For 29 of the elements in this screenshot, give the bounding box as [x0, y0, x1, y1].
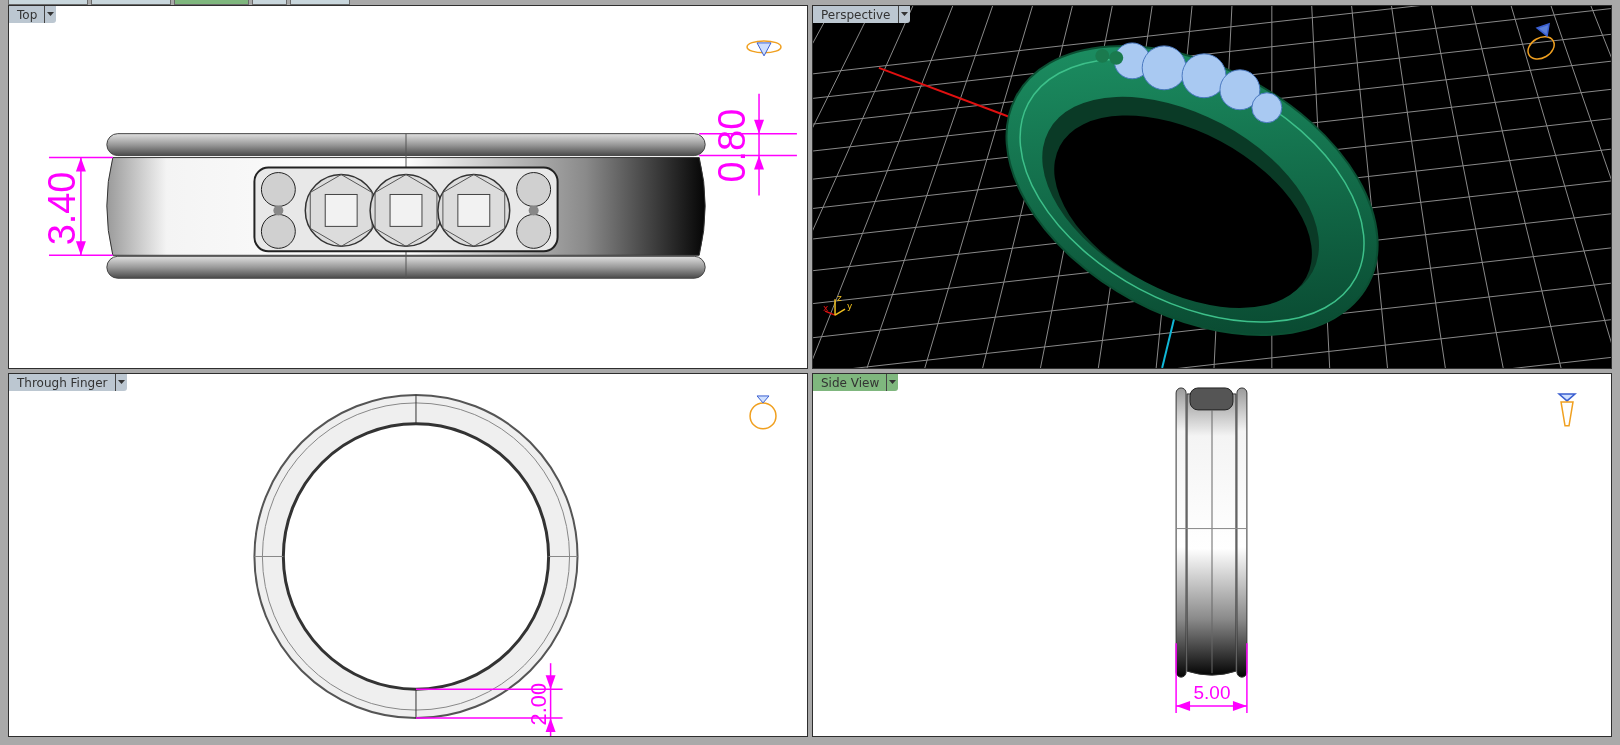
viewport-label[interactable]: Top	[9, 6, 57, 23]
viewport[interactable]: Perspective x y z	[812, 5, 1612, 369]
viewport[interactable]: Top 3.40 0.80	[8, 5, 808, 369]
view-tab[interactable]	[8, 0, 88, 5]
diamond-ring-icon	[749, 395, 777, 430]
dimension-label: 0.80	[711, 108, 754, 183]
diamond-ring-icon	[1557, 393, 1577, 427]
dimension-label: 5.00	[1193, 682, 1231, 704]
view-tab[interactable]	[91, 0, 171, 5]
dimension-label: 2.00	[525, 682, 551, 726]
axis-gizmo-drawing	[824, 298, 846, 316]
caret-icon[interactable]	[114, 374, 127, 391]
axis-label: x	[823, 303, 829, 314]
view-tab[interactable]	[252, 0, 287, 5]
axis-label: y	[847, 301, 853, 312]
view-tab[interactable]	[290, 0, 350, 5]
caret-icon[interactable]	[886, 374, 899, 391]
viewport-label[interactable]: Perspective	[813, 6, 910, 23]
view-tab[interactable]	[174, 0, 249, 5]
caret-icon[interactable]	[44, 6, 57, 23]
viewport[interactable]: Side View 5.00	[812, 373, 1612, 737]
diamond-ring-icon	[746, 40, 782, 57]
viewport[interactable]: Through Finger 2.00	[8, 373, 808, 737]
dimension-label: 3.40	[40, 171, 83, 246]
diamond-ring-icon	[1527, 22, 1555, 60]
caret-icon[interactable]	[897, 6, 910, 23]
viewport-label[interactable]: Through Finger	[9, 374, 127, 391]
axis-label: z	[837, 293, 842, 304]
viewport-label[interactable]: Side View	[813, 374, 899, 391]
